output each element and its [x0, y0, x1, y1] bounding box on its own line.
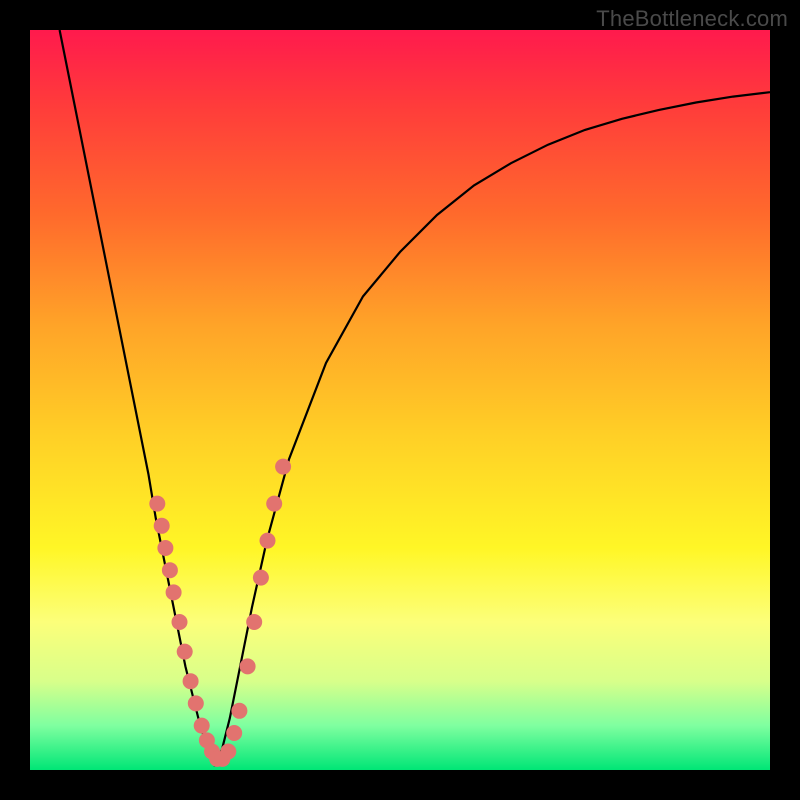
chart-frame: TheBottleneck.com — [0, 0, 800, 800]
scatter-point — [157, 540, 173, 556]
scatter-point — [260, 533, 276, 549]
scatter-point — [275, 459, 291, 475]
scatter-point — [166, 584, 182, 600]
scatter-point — [220, 744, 236, 760]
scatter-point — [154, 518, 170, 534]
scatter-point — [246, 614, 262, 630]
watermark-text: TheBottleneck.com — [596, 6, 788, 32]
plot-area — [30, 30, 770, 770]
scatter-point — [226, 725, 242, 741]
scatter-point — [253, 570, 269, 586]
curve-right — [215, 92, 770, 766]
scatter-points — [149, 459, 291, 767]
scatter-point — [162, 562, 178, 578]
scatter-point — [177, 644, 193, 660]
scatter-point — [240, 658, 256, 674]
scatter-point — [231, 703, 247, 719]
chart-svg — [30, 30, 770, 770]
scatter-point — [183, 673, 199, 689]
scatter-point — [149, 496, 165, 512]
scatter-point — [172, 614, 188, 630]
curve-left — [60, 30, 215, 766]
scatter-point — [194, 718, 210, 734]
scatter-point — [188, 695, 204, 711]
scatter-point — [266, 496, 282, 512]
